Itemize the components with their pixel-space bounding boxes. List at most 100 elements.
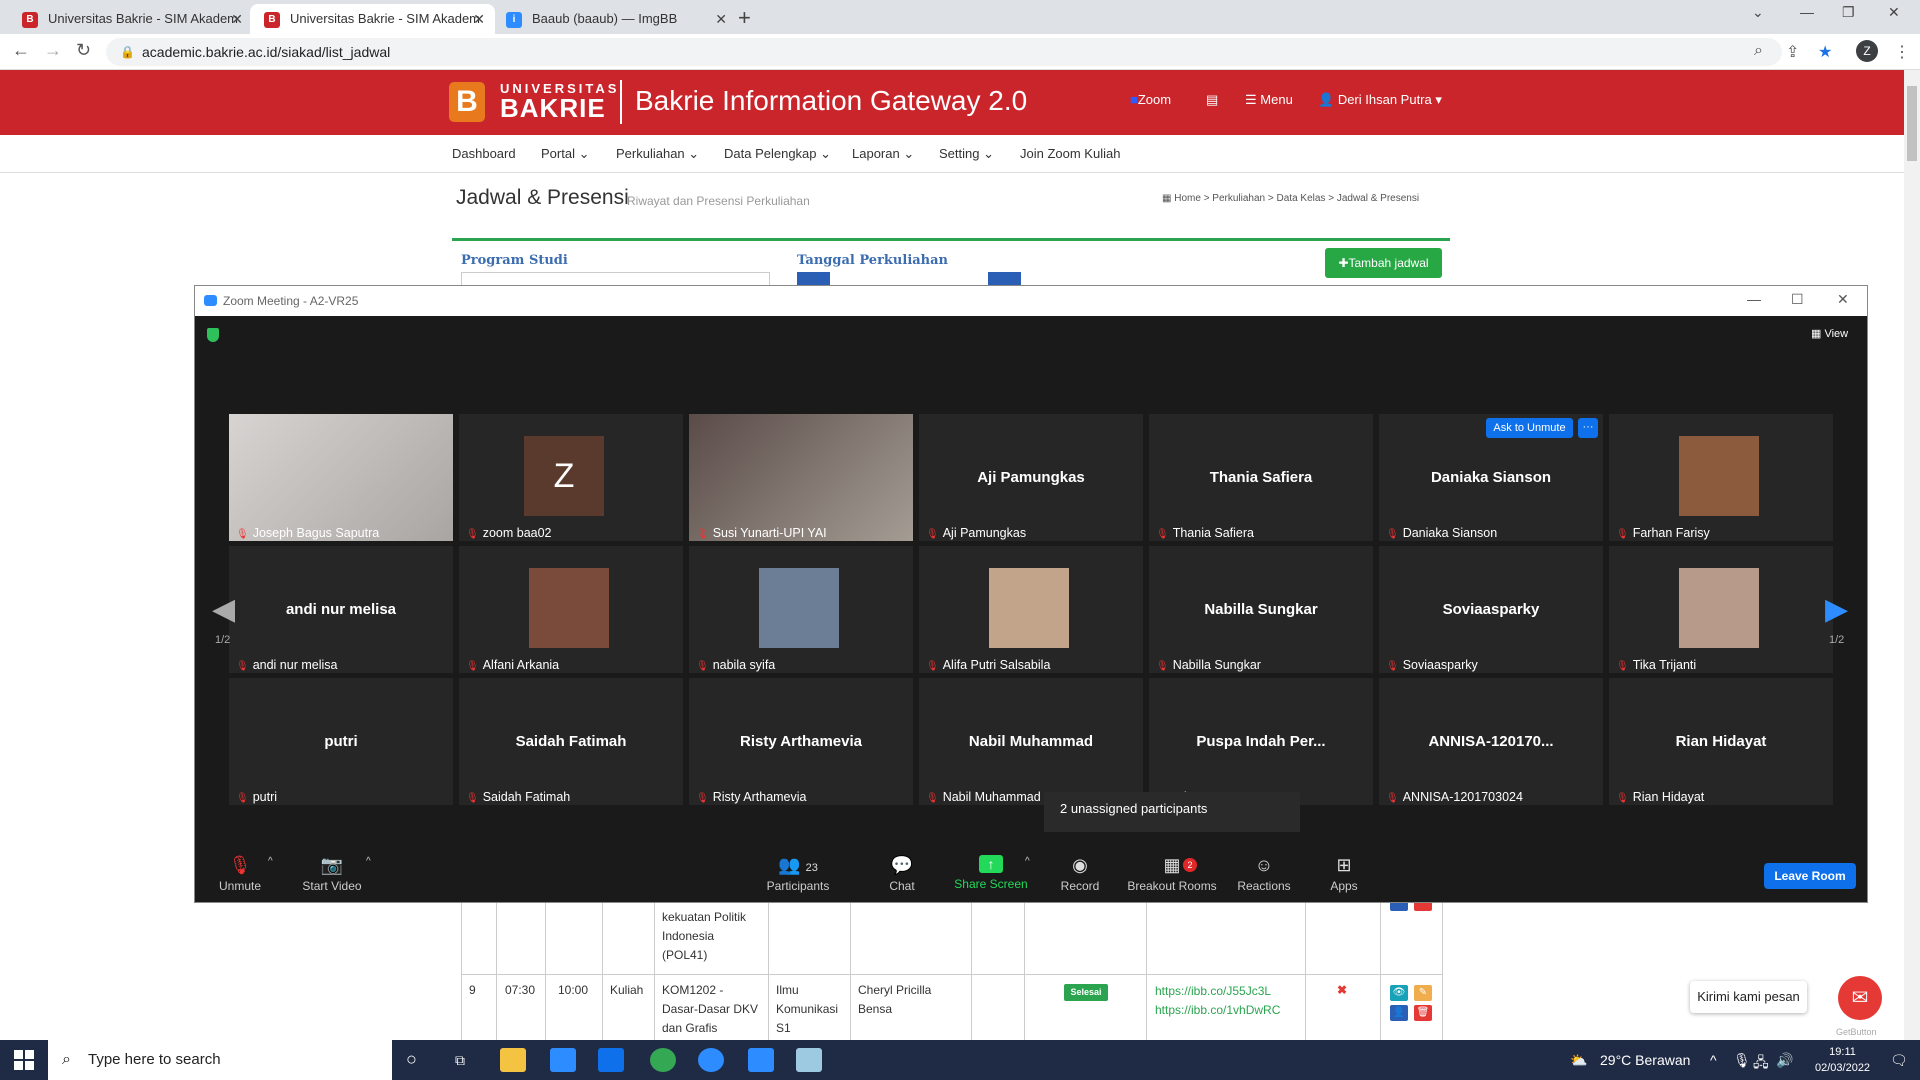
browser-tab-active[interactable]: B Universitas Bakrie - SIM Akadem ✕: [250, 4, 495, 34]
menu-laporan[interactable]: Laporan ⌄: [852, 146, 914, 162]
close-tab-icon[interactable]: ✕: [473, 4, 485, 34]
file-explorer-icon[interactable]: [500, 1048, 526, 1072]
breakout-rooms-button[interactable]: ▦ Breakout Rooms: [1122, 855, 1222, 893]
mail-icon[interactable]: [598, 1048, 624, 1072]
cortana-icon[interactable]: ○: [406, 1049, 417, 1070]
next-page-arrow-icon[interactable]: ▶: [1825, 592, 1848, 627]
participant-tile[interactable]: 🎙 Alifa Putri Salsabila: [919, 546, 1143, 673]
url-field[interactable]: 🔒 academic.bakrie.ac.id/siakad/list_jadw…: [106, 38, 1782, 66]
close-tab-icon[interactable]: ✕: [715, 4, 727, 34]
mic-icon[interactable]: 🎙: [1733, 1052, 1751, 1069]
weather-icon[interactable]: ⛅: [1570, 1052, 1587, 1069]
participant-tile[interactable]: Risty Arthamevia 🎙 Risty Arthamevia: [689, 678, 913, 805]
edit-icon[interactable]: ✎: [1414, 985, 1432, 1001]
bookmark-star-icon[interactable]: ★: [1818, 42, 1832, 62]
participants-button[interactable]: 👥 23 Participants: [748, 855, 848, 893]
restore-icon[interactable]: ❐: [1842, 4, 1855, 21]
menu-data-pelengkap[interactable]: Data Pelengkap ⌄: [724, 146, 831, 162]
document-icon[interactable]: ▤: [1206, 92, 1218, 108]
participant-tile[interactable]: Rian Hidayat 🎙 Rian Hidayat: [1609, 678, 1833, 805]
menu-join-zoom[interactable]: Join Zoom Kuliah: [1020, 146, 1120, 161]
participant-tile[interactable]: Thania Safiera 🎙 Thania Safiera: [1149, 414, 1373, 541]
browser-tab[interactable]: B Universitas Bakrie - SIM Akadem ✕: [8, 4, 253, 34]
record-button[interactable]: ◉ Record: [1030, 855, 1130, 893]
audio-options-caret-icon[interactable]: ^: [268, 856, 273, 867]
participant-tile[interactable]: Soviaasparky 🎙 Soviaasparky: [1379, 546, 1603, 673]
zoom-magnifier-icon[interactable]: ⌕: [1754, 42, 1763, 60]
participant-tile[interactable]: andi nur melisa 🎙 andi nur melisa: [229, 546, 453, 673]
windows-start-icon[interactable]: [14, 1050, 34, 1070]
user-icon[interactable]: 👤: [1390, 1005, 1408, 1021]
new-tab-icon[interactable]: +: [738, 5, 751, 31]
maximize-icon[interactable]: ☐: [1791, 291, 1804, 308]
ask-to-unmute-button[interactable]: Ask to Unmute: [1486, 418, 1573, 438]
participant-tile[interactable]: Nabilla Sungkar 🎙 Nabilla Sungkar: [1149, 546, 1373, 673]
breadcrumb[interactable]: ▦ Home > Perkuliahan > Data Kelas > Jadw…: [1162, 193, 1419, 204]
browser-menu-icon[interactable]: ⋮: [1894, 42, 1910, 62]
taskbar-search[interactable]: ⌕ Type here to search: [48, 1040, 392, 1080]
more-options-icon[interactable]: ···: [1578, 418, 1598, 438]
participant-tile[interactable]: 🎙 Tika Trijanti: [1609, 546, 1833, 673]
task-view-icon[interactable]: ⧉: [455, 1052, 465, 1069]
video-options-caret-icon[interactable]: ^: [366, 856, 371, 867]
clock[interactable]: 19:11 02/03/2022: [1815, 1044, 1870, 1076]
network-icon[interactable]: 🖧: [1753, 1052, 1769, 1076]
notification-icon[interactable]: 🗨: [1890, 1052, 1908, 1069]
participant-tile[interactable]: Puspa Indah Per...🎙ari: [1149, 678, 1373, 805]
encryption-shield-icon[interactable]: [207, 328, 219, 342]
teamviewer-icon[interactable]: [698, 1048, 724, 1072]
chat-widget-icon[interactable]: ✉: [1838, 976, 1882, 1020]
prev-page-arrow-icon[interactable]: ◀: [212, 592, 235, 627]
view-button[interactable]: ▦ View: [1811, 327, 1848, 340]
profile-avatar[interactable]: Z: [1856, 40, 1878, 62]
participant-tile[interactable]: ANNISA-120170... 🎙 ANNISA-1201703024: [1379, 678, 1603, 805]
volume-icon[interactable]: 🔊: [1776, 1052, 1793, 1069]
menu-portal[interactable]: Portal ⌄: [541, 146, 589, 162]
close-window-icon[interactable]: ✕: [1888, 4, 1900, 21]
menu-dashboard[interactable]: Dashboard: [452, 146, 516, 161]
weather-text[interactable]: 29°C Berawan: [1600, 1052, 1690, 1068]
user-menu[interactable]: 👤 Deri Ihsan Putra ▾: [1318, 92, 1442, 108]
participant-tile[interactable]: Z 🎙 zoom baa02: [459, 414, 683, 541]
evidence-link[interactable]: https://ibb.co/J55Jc3L: [1155, 984, 1271, 998]
view-icon[interactable]: 👁: [1390, 985, 1408, 1001]
unmute-button[interactable]: 🎙 Unmute: [190, 855, 290, 893]
tray-chevron-icon[interactable]: ^: [1710, 1052, 1717, 1068]
logo-text[interactable]: UNIVERSITAS BAKRIE: [500, 82, 619, 121]
zoom-link[interactable]: ■Zoom: [1130, 92, 1171, 107]
menu-link[interactable]: ☰ Menu: [1245, 92, 1293, 108]
scroll-thumb[interactable]: [1907, 86, 1917, 161]
menu-setting[interactable]: Setting ⌄: [939, 146, 994, 162]
participant-tile[interactable]: 🎙 Joseph Bagus Saputra: [229, 414, 453, 541]
share-icon[interactable]: ⇪: [1786, 42, 1799, 62]
participant-tile[interactable]: 🎙 Susi Yunarti-UPI YAI: [689, 414, 913, 541]
zoom-app-icon[interactable]: [748, 1048, 774, 1072]
browser-tab[interactable]: i Baaub (baaub) — ImgBB ✕: [492, 4, 737, 34]
page-scrollbar[interactable]: [1904, 70, 1920, 1040]
minimize-icon[interactable]: —: [1800, 4, 1814, 20]
share-options-caret-icon[interactable]: ^: [1025, 856, 1030, 867]
minimize-icon[interactable]: —: [1747, 291, 1761, 307]
forward-icon[interactable]: →: [44, 40, 62, 61]
notes-icon[interactable]: [796, 1048, 822, 1072]
reload-icon[interactable]: ↻: [76, 40, 91, 61]
chat-prompt[interactable]: Kirimi kami pesan: [1690, 981, 1807, 1013]
logo-mark[interactable]: B: [449, 82, 485, 122]
participant-tile[interactable]: putri 🎙 putri: [229, 678, 453, 805]
participant-tile[interactable]: Saidah Fatimah 🎙 Saidah Fatimah: [459, 678, 683, 805]
apps-button[interactable]: ⊞ Apps: [1294, 855, 1394, 893]
chat-button[interactable]: 💬 Chat: [852, 855, 952, 893]
close-icon[interactable]: ✕: [1837, 291, 1849, 308]
tab-search-icon[interactable]: ⌄: [1752, 4, 1764, 21]
back-icon[interactable]: ←: [12, 40, 30, 61]
participant-tile[interactable]: Aji Pamungkas 🎙 Aji Pamungkas: [919, 414, 1143, 541]
participant-tile[interactable]: Nabil Muhammad 🎙 Nabil Muhammad: [919, 678, 1143, 805]
delete-icon[interactable]: 🗑: [1414, 1005, 1432, 1021]
leave-room-button[interactable]: Leave Room: [1764, 863, 1856, 889]
participant-tile[interactable]: 🎙 nabila syifa: [689, 546, 913, 673]
add-schedule-button[interactable]: ✚Tambah jadwal: [1325, 248, 1442, 278]
close-tab-icon[interactable]: ✕: [231, 4, 243, 34]
participant-tile[interactable]: 🎙 Farhan Farisy: [1609, 414, 1833, 541]
evidence-link[interactable]: https://ibb.co/1vhDwRC: [1155, 1003, 1280, 1017]
participant-tile[interactable]: 🎙 Alfani Arkania: [459, 546, 683, 673]
